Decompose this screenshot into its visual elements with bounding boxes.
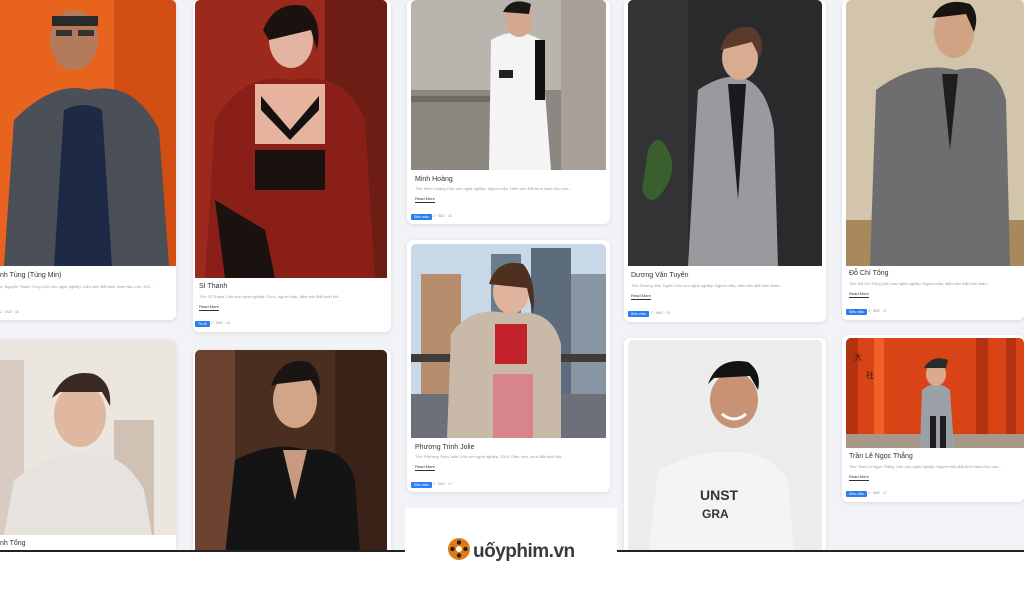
model-description: Tên: Minh Hoàng Lĩnh vực nghệ nghiệp: Ng… [415,186,572,191]
model-description: Tên: Phương Trinh Jolie Lĩnh vực nghệ ng… [415,454,565,459]
model-description: Tên: Dương Văn Tuyên Lĩnh vực nghệ nghiệ… [631,283,783,288]
model-stats: 2 · 6M2 · 17 [868,491,887,495]
category-badge[interactable]: Tin tổ [195,321,210,327]
model-card[interactable]: SI Thanh Tên: SI Thanh Lĩnh vực nghệ ngh… [193,0,391,332]
svg-text:GRA: GRA [702,507,729,521]
model-name[interactable]: SI Thanh [199,283,227,290]
read-more-link[interactable]: Read More [631,293,651,300]
model-stats: 2 · 6M2 · 17 [433,482,452,486]
read-more-link[interactable]: Read More [849,291,869,298]
model-description: Tên: Trần Lê Ngọc Thắng Lĩnh vực nghệ ng… [849,464,1002,469]
model-card[interactable]: Dương Văn Tuyên Tên: Dương Văn Tuyên Lĩn… [624,0,826,322]
svg-text:社: 社 [866,370,874,380]
svg-text:大: 大 [854,352,862,362]
model-photo[interactable] [628,0,822,266]
model-card[interactable]: nh Tổng [0,340,176,555]
model-card[interactable]: Minh Hoàng Tên: Minh Hoàng Lĩnh vực nghệ… [407,0,610,224]
logo-text: uốyphim.vn [473,541,575,562]
model-photo[interactable] [846,0,1024,266]
model-photo[interactable] [195,350,387,555]
model-name[interactable]: nh Tùng (Tùng Min) [0,272,61,279]
model-card[interactable]: 大 社 Trần Lê Ngọc Thắng Tên: Trần Lê Ngọc… [842,335,1024,502]
model-card[interactable]: Đỗ Chí Tông Tên: Đỗ Chí Tông Lĩnh vực ng… [842,0,1024,320]
model-photo[interactable] [195,0,387,278]
model-photo[interactable]: 大 社 [846,338,1024,448]
model-name[interactable]: Trần Lê Ngọc Thắng [849,453,913,460]
model-name[interactable]: Dương Văn Tuyên [631,272,689,279]
model-card[interactable]: nh Tùng (Tùng Min) n: Nguyễn Thanh Tùng … [0,0,176,320]
read-more-link[interactable]: Read More [415,196,435,203]
model-stats: 2 · 6M2 · 18 [0,310,19,314]
model-name[interactable]: Phương Trinh Jolie [415,444,474,451]
model-description: n: Nguyễn Thanh Tùng Lĩnh vực nghệ nghiệ… [0,284,154,289]
model-photo[interactable] [0,0,176,266]
svg-text:UNST: UNST [700,487,739,503]
model-card[interactable]: UNST GRA [624,338,826,555]
model-stats: 2 · 6M2 · 16 [211,321,230,325]
category-badge[interactable]: Siêu mẫu [846,309,867,315]
model-photo[interactable] [411,244,606,438]
model-name[interactable]: Minh Hoàng [415,176,453,183]
category-badge[interactable]: Siêu mẫu [411,214,432,220]
model-photo[interactable] [411,0,606,170]
model-stats: 2 · 6M2 · 16 [433,214,452,218]
model-name[interactable]: nh Tổng [0,540,26,547]
site-logo: uốyphim.vn [405,508,617,578]
model-photo[interactable] [0,340,176,535]
category-badge[interactable]: Siêu mẫu [628,311,649,317]
read-more-link[interactable]: Read More [199,304,219,311]
category-badge[interactable]: Siêu mẫu [846,491,867,497]
read-more-link[interactable]: Read More [415,464,435,471]
model-card[interactable] [193,350,391,555]
model-stats: 2 · 6M2 · 17 [868,309,887,313]
read-more-link[interactable]: Read More [849,474,869,481]
model-description: Tên: Đỗ Chí Tông Lĩnh vực nghệ nghiệp: N… [849,281,991,286]
model-description: Tên: SI Thanh Lĩnh vực nghệ nghiệp: Ca s… [199,294,342,299]
category-badge[interactable]: Siêu mẫu [411,482,432,488]
model-card[interactable]: Phương Trinh Jolie Tên: Phương Trinh Jol… [407,240,610,492]
model-name[interactable]: Đỗ Chí Tông [849,270,889,277]
film-reel-icon [448,538,470,560]
model-stats: 2 · 6M2 · 16 [651,311,670,315]
model-photo[interactable]: UNST GRA [628,340,822,555]
